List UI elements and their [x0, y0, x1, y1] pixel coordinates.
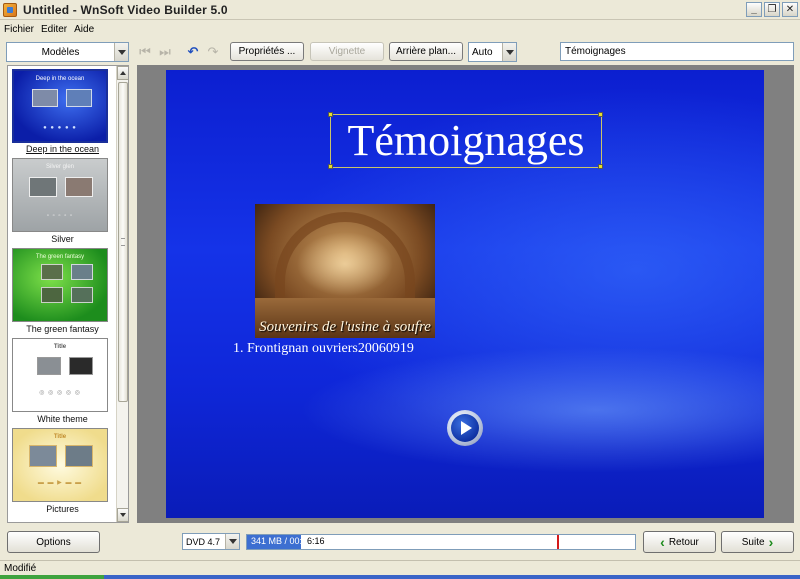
resize-handle[interactable] [598, 164, 603, 169]
template-label[interactable]: White theme [8, 414, 117, 424]
scroll-up-icon[interactable] [117, 66, 128, 80]
menu-file[interactable]: Fichier [4, 24, 34, 35]
taskbar-strip [0, 575, 800, 579]
thumb-image [37, 357, 61, 375]
back-button[interactable]: ‹ Retour [643, 531, 716, 553]
template-thumb-silver[interactable]: Silver glen ▫ ▫ ▫ ▫ ▫ [12, 158, 108, 232]
resize-handle[interactable] [328, 164, 333, 169]
resize-handle[interactable] [328, 112, 333, 117]
template-label[interactable]: Deep in the ocean [8, 144, 117, 154]
capacity-marker [557, 535, 559, 549]
window-title: Untitled - WnSoft Video Builder 5.0 [23, 2, 228, 17]
template-label[interactable]: Silver [8, 234, 117, 244]
template-thumb-title: Deep in the ocean [35, 76, 85, 82]
disc-usage-bar: 341 MB / 00:16:16 [246, 534, 636, 550]
template-thumb-pictures[interactable]: Title ▬ ▬ ▶ ▬ ▬ [12, 428, 108, 502]
disc-usage-duration: 6:16 [307, 536, 325, 546]
templates-dropdown-label: Modèles [41, 46, 80, 58]
disc-usage-size: 341 MB / 00:1 [251, 536, 308, 546]
thumbnail-button[interactable]: Vignette [310, 42, 384, 61]
thumb-image [29, 177, 57, 197]
thumb-image [65, 445, 93, 467]
template-thumb-green-fantasy[interactable]: The green fantasy [12, 248, 108, 322]
template-thumb-deep-ocean[interactable]: Deep in the ocean ● ● ● ● ● [12, 69, 108, 143]
back-button-label: Retour [668, 536, 699, 548]
menu-title-text[interactable]: Témoignages [330, 114, 602, 168]
minimize-icon[interactable]: _ [746, 2, 762, 17]
options-button[interactable]: Options [7, 531, 100, 553]
disc-type-select[interactable]: DVD 4.7 [182, 533, 240, 550]
restore-icon[interactable]: ❐ [764, 2, 780, 17]
template-thumb-white-theme[interactable]: Title ◎ ◎ ◎ ◎ ◎ [12, 338, 108, 412]
chevron-down-icon [225, 534, 239, 549]
title-bar: Untitled - WnSoft Video Builder 5.0 _ ❐ … [0, 0, 800, 20]
thumb-image [69, 357, 93, 375]
window-controls: _ ❐ ✕ [746, 2, 798, 17]
thumb-image [32, 89, 58, 107]
template-thumb-title: Silver glen [45, 164, 74, 170]
next-button[interactable]: Suite › [721, 531, 794, 553]
scroll-down-icon[interactable] [117, 508, 128, 522]
next-button-label: Suite [741, 536, 765, 548]
scroll-thumb[interactable] [118, 82, 128, 402]
disc-usage-text: 341 MB / 00:16:16 [251, 536, 325, 546]
template-label[interactable]: Pictures [8, 504, 117, 514]
chevron-left-icon: ‹ [660, 534, 665, 550]
chevron-down-icon [502, 43, 516, 61]
templates-scrollbar[interactable] [116, 66, 128, 522]
disc-type-value: DVD 4.7 [186, 536, 221, 547]
template-thumb-title: Title [53, 434, 67, 440]
menu-edit[interactable]: Editer [41, 24, 67, 35]
thumb-image [65, 177, 93, 197]
thumb-image [41, 264, 63, 280]
templates-sidebar: Deep in the ocean ● ● ● ● ● Deep in the … [7, 65, 129, 523]
resize-handle[interactable] [598, 112, 603, 117]
play-icon [451, 414, 479, 442]
thumb-image [41, 287, 63, 303]
templates-dropdown[interactable]: Modèles [6, 42, 129, 62]
chevron-down-icon [114, 43, 128, 61]
auto-select-value: Auto [472, 46, 493, 58]
menu-thumbnail-photo[interactable]: Souvenirs de l'usine à soufre [255, 204, 435, 338]
thumb-image [71, 264, 93, 280]
nav-back-icon[interactable]: ⏮ [138, 44, 152, 58]
menu-help[interactable]: Aide [74, 24, 94, 35]
auto-select[interactable]: Auto [468, 42, 517, 62]
photo-caption: Souvenirs de l'usine à soufre [259, 319, 431, 335]
thumb-nav-dots: ▬ ▬ ▶ ▬ ▬ [37, 480, 83, 486]
status-text: Modifié [4, 563, 37, 574]
thumb-image [29, 445, 57, 467]
properties-button[interactable]: Propriétés ... [230, 42, 304, 61]
background-button[interactable]: Arrière plan... [389, 42, 463, 61]
redo-icon[interactable]: ↷ [206, 44, 220, 58]
thumb-image [66, 89, 92, 107]
thumb-image [71, 287, 93, 303]
close-icon[interactable]: ✕ [782, 2, 798, 17]
menu-item-label[interactable]: 1. Frontignan ouvriers20060919 [233, 341, 414, 357]
template-thumb-title: Title [53, 344, 67, 350]
thumb-nav-dots: ● ● ● ● ● [43, 125, 77, 131]
template-thumb-title: The green fantasy [35, 254, 85, 260]
undo-icon[interactable]: ↶ [186, 44, 200, 58]
menu-preview-canvas[interactable]: Témoignages Souvenirs de l'usine à soufr… [166, 70, 764, 518]
menu-bar: Fichier Editer Aide [0, 21, 800, 38]
title-input[interactable]: Témoignages [560, 42, 794, 61]
play-button[interactable] [447, 410, 483, 446]
chevron-right-icon: › [768, 534, 774, 550]
thumb-nav-dots: ◎ ◎ ◎ ◎ ◎ [39, 390, 81, 396]
app-icon [3, 2, 17, 17]
template-label[interactable]: The green fantasy [8, 324, 117, 334]
templates-list: Deep in the ocean ● ● ● ● ● Deep in the … [8, 66, 117, 522]
thumb-nav-dots: ▫ ▫ ▫ ▫ ▫ [46, 213, 74, 219]
nav-forward-icon[interactable]: ⏭ [158, 44, 172, 58]
